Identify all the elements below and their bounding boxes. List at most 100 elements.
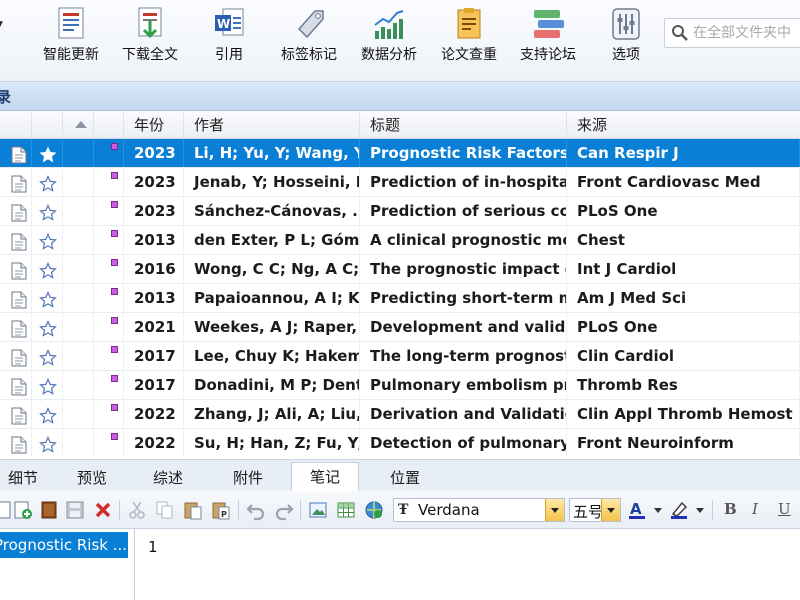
star-cell[interactable]: [32, 197, 63, 225]
book-icon[interactable]: [38, 499, 60, 521]
star-cell[interactable]: [32, 139, 63, 167]
note-text[interactable]: 1: [148, 538, 158, 556]
attachment-cell[interactable]: [0, 284, 32, 312]
column-header-tag[interactable]: [94, 111, 124, 138]
attachment-cell[interactable]: [0, 139, 32, 167]
star-cell[interactable]: [32, 255, 63, 283]
insert-image-icon[interactable]: [307, 499, 329, 521]
attachment-cell[interactable]: [0, 197, 32, 225]
star-icon[interactable]: [39, 348, 57, 366]
attachment-cell[interactable]: [0, 371, 32, 399]
table-row[interactable]: 2013 Papaioannou, A I; K. Predicting short…: [0, 284, 800, 313]
note-list-item[interactable]: Prognostic Risk ...: [0, 532, 128, 558]
font-color-dropdown-icon[interactable]: [654, 508, 662, 513]
paste-icon[interactable]: [182, 499, 204, 521]
font-size-dropdown-icon[interactable]: [601, 499, 620, 521]
table-row[interactable]: 2022 Su, H; Han, Z; Fu, Y; Detection of pu…: [0, 429, 800, 456]
star-icon[interactable]: [39, 203, 57, 221]
cite-button[interactable]: W 引用: [204, 0, 254, 82]
star-icon[interactable]: [39, 174, 57, 192]
tag-cell[interactable]: [94, 400, 124, 428]
download-fulltext-button[interactable]: 下载全文: [117, 0, 183, 82]
star-cell[interactable]: [32, 313, 63, 341]
tag-cell[interactable]: [94, 197, 124, 225]
font-family-dropdown-icon[interactable]: [545, 499, 564, 521]
attachment-cell[interactable]: [0, 313, 32, 341]
tag-cell[interactable]: [94, 313, 124, 341]
star-icon[interactable]: [39, 145, 57, 163]
data-analysis-button[interactable]: 数据分析: [356, 0, 422, 82]
table-row[interactable]: 2023 Sánchez-Cánovas, ... Prediction of se…: [0, 197, 800, 226]
attachment-cell[interactable]: [0, 168, 32, 196]
tag-cell[interactable]: [94, 371, 124, 399]
attachment-cell[interactable]: [0, 429, 32, 456]
tab-location[interactable]: 位置: [373, 464, 437, 492]
star-icon[interactable]: [39, 232, 57, 250]
font-color-icon[interactable]: A: [626, 499, 650, 521]
library-dropdown-icon[interactable]: ▼: [0, 20, 3, 30]
note-editor[interactable]: 1: [139, 529, 800, 600]
star-icon[interactable]: [39, 435, 57, 453]
tab-attachments[interactable]: 附件: [216, 464, 280, 492]
tab-details[interactable]: 细节: [0, 464, 58, 492]
column-header-star[interactable]: [32, 111, 63, 138]
redo-icon[interactable]: [273, 499, 295, 521]
forum-button[interactable]: 支持论坛: [515, 0, 581, 82]
column-header-source[interactable]: 来源: [567, 111, 800, 138]
tag-cell[interactable]: [94, 255, 124, 283]
table-row[interactable]: 2017 Donadini, M P; Dent Pulmonary embolis…: [0, 371, 800, 400]
attachment-cell[interactable]: [0, 400, 32, 428]
column-header-author[interactable]: 作者: [184, 111, 360, 138]
attachment-cell[interactable]: [0, 342, 32, 370]
star-cell[interactable]: [32, 429, 63, 456]
star-icon[interactable]: [39, 290, 57, 308]
insert-link-icon[interactable]: [363, 499, 385, 521]
italic-button[interactable]: I: [752, 500, 758, 518]
star-cell[interactable]: [32, 342, 63, 370]
star-cell[interactable]: [32, 168, 63, 196]
table-row[interactable]: 2023 Li, H; Yu, Y; Wang, Y Prognostic Risk…: [0, 139, 800, 168]
column-header-year[interactable]: 年份: [124, 111, 184, 138]
highlight-color-dropdown-icon[interactable]: [696, 508, 704, 513]
star-icon[interactable]: [39, 406, 57, 424]
smart-update-button[interactable]: 智能更新: [38, 0, 104, 82]
table-row[interactable]: 2016 Wong, C C; Ng, A C; The prognostic im…: [0, 255, 800, 284]
table-row[interactable]: 2021 Weekes, A J; Raper, Development and v…: [0, 313, 800, 342]
star-icon[interactable]: [39, 261, 57, 279]
undo-icon[interactable]: [245, 499, 267, 521]
star-icon[interactable]: [39, 377, 57, 395]
tag-cell[interactable]: [94, 168, 124, 196]
search-box[interactable]: [664, 18, 800, 48]
star-icon[interactable]: [39, 319, 57, 337]
delete-icon[interactable]: [92, 499, 114, 521]
library-button[interactable]: ▼ 库: [0, 0, 20, 82]
options-button[interactable]: 选项: [604, 0, 648, 82]
attachment-cell[interactable]: [0, 226, 32, 254]
cut-icon[interactable]: [126, 499, 148, 521]
tab-summary[interactable]: 综述: [136, 464, 200, 492]
bold-button[interactable]: B: [724, 500, 737, 518]
plagiarism-check-button[interactable]: 论文查重: [436, 0, 502, 82]
column-header-sort[interactable]: [63, 111, 94, 138]
paste-special-icon[interactable]: P: [210, 499, 232, 521]
tab-preview[interactable]: 预览: [60, 464, 124, 492]
table-row[interactable]: 2023 Jenab, Y; Hosseini, K Prediction of i…: [0, 168, 800, 197]
highlight-color-icon[interactable]: [668, 499, 692, 521]
tag-mark-button[interactable]: 标签标记: [276, 0, 342, 82]
insert-table-icon[interactable]: [335, 499, 357, 521]
font-family-select[interactable]: Ŧ Verdana: [393, 498, 565, 522]
tag-cell[interactable]: [94, 139, 124, 167]
tab-notes[interactable]: 笔记: [291, 462, 359, 492]
underline-button[interactable]: U: [778, 500, 791, 518]
search-input[interactable]: [693, 22, 800, 44]
star-cell[interactable]: [32, 400, 63, 428]
table-row[interactable]: 2017 Lee, Chuy K; Hakemi The long-term pro…: [0, 342, 800, 371]
copy-icon[interactable]: [154, 499, 176, 521]
tag-cell[interactable]: [94, 429, 124, 456]
tag-cell[interactable]: [94, 342, 124, 370]
table-row[interactable]: 2013 den Exter, P L; Góm. A clinical progn…: [0, 226, 800, 255]
star-cell[interactable]: [32, 284, 63, 312]
star-cell[interactable]: [32, 371, 63, 399]
attachment-cell[interactable]: [0, 255, 32, 283]
star-cell[interactable]: [32, 226, 63, 254]
